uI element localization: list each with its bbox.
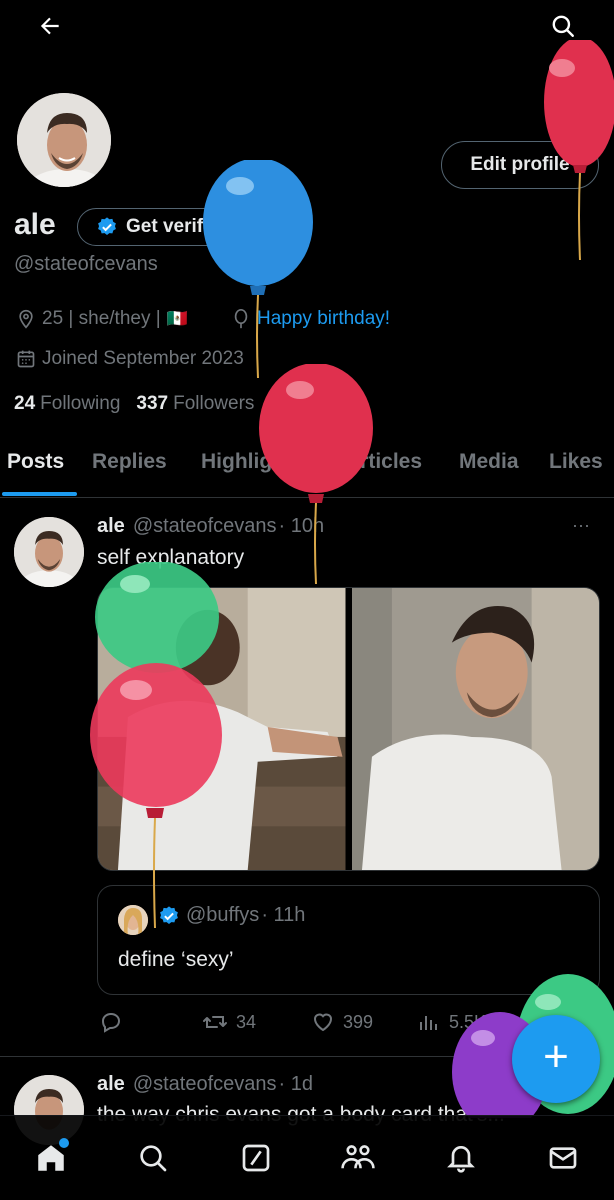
tab-highlights[interactable]: Highlights: [201, 450, 304, 474]
tab-replies[interactable]: Replies: [92, 450, 167, 474]
heart-icon: [313, 1013, 333, 1032]
quote-handle: @buffys: [186, 904, 260, 926]
follow-counts: 24 Following 337 Followers: [14, 393, 254, 415]
birthday-meta: Happy birthday!: [231, 308, 390, 330]
back-button[interactable]: [28, 4, 72, 48]
followers-count: 337: [136, 393, 169, 414]
mexico-flag-emoji: 🇲🇽: [166, 309, 188, 328]
quote-avatar: [118, 905, 148, 935]
nav-messages[interactable]: [541, 1136, 585, 1180]
bottom-nav: [0, 1115, 614, 1200]
calendar-icon: [17, 350, 35, 368]
post-author-handle[interactable]: @stateofcevans: [133, 515, 277, 538]
arrow-left-icon: [40, 17, 59, 35]
post-text: self explanatory: [97, 546, 245, 569]
quote-text: define ‘sexy’: [118, 948, 234, 971]
views-button[interactable]: 5.5K: [417, 1010, 486, 1034]
edit-profile-button[interactable]: Edit profile: [441, 141, 599, 189]
location-pin-icon: [19, 309, 33, 329]
joined-text: Joined September 2023: [42, 348, 244, 369]
nav-search[interactable]: [131, 1136, 175, 1180]
quoted-post[interactable]: @buffys · 11h define ‘sexy’: [97, 885, 600, 995]
communities-icon: [341, 1145, 375, 1169]
reply-button[interactable]: [99, 1010, 123, 1034]
search-icon: [140, 1145, 167, 1172]
post-author-name[interactable]: ale: [97, 515, 125, 538]
like-count: 399: [343, 1011, 374, 1032]
views-chart-icon: [420, 1016, 437, 1030]
post-avatar[interactable]: [14, 517, 84, 587]
bio-meta-text: 25 | she/they |: [42, 308, 161, 329]
like-button[interactable]: 399: [311, 1010, 373, 1034]
followers-link[interactable]: 337 Followers: [136, 393, 254, 415]
post-time: · 10h: [278, 515, 325, 537]
following-link[interactable]: 24 Following: [14, 393, 120, 415]
followers-label: Followers: [173, 393, 255, 414]
post-more-button[interactable]: ···: [572, 515, 590, 536]
location-meta: 25 | she/they | 🇲🇽: [16, 308, 188, 330]
nav-home[interactable]: [29, 1136, 73, 1180]
birthday-text: Happy birthday!: [257, 308, 391, 329]
active-tab-indicator: [2, 492, 77, 496]
repost-count: 34: [236, 1011, 257, 1032]
tab-articles[interactable]: Articles: [345, 450, 422, 474]
post2-author-name[interactable]: ale: [97, 1073, 125, 1096]
verified-badge-icon: [98, 217, 116, 235]
tab-likes[interactable]: Likes: [549, 450, 603, 474]
post-image-1[interactable]: [98, 588, 346, 870]
views-count: 5.5K: [449, 1011, 487, 1032]
joined-meta: Joined September 2023: [16, 348, 244, 370]
tab-posts[interactable]: Posts: [7, 450, 64, 474]
following-label: Following: [40, 393, 121, 414]
following-count: 24: [14, 393, 36, 414]
profile-avatar[interactable]: [14, 90, 114, 190]
post2-author-handle[interactable]: @stateofcevans: [133, 1073, 277, 1096]
quote-time: · 11h: [261, 904, 306, 926]
post-image-2[interactable]: [351, 588, 599, 870]
repost-button[interactable]: 34: [202, 1010, 256, 1034]
balloon-icon: [234, 309, 248, 329]
profile-handle: @stateofcevans: [14, 253, 158, 275]
balloon-blue: [203, 160, 313, 379]
get-verified-label: Get verified: [126, 216, 231, 237]
home-notification-dot: [59, 1138, 69, 1148]
search-icon: [552, 15, 574, 37]
nav-notifications[interactable]: [439, 1136, 483, 1180]
search-button[interactable]: [541, 4, 585, 48]
compose-post-button[interactable]: +: [512, 1015, 600, 1103]
post2-header: ale @stateofcevans · 1d: [97, 1073, 313, 1096]
repost-icon: [203, 1016, 227, 1028]
post2-time: · 1d: [278, 1073, 313, 1095]
profile-tabs: Posts Replies Highlights Articles Media …: [0, 442, 614, 498]
nav-communities[interactable]: [336, 1136, 380, 1180]
notifications-icon: [447, 1146, 475, 1173]
verified-badge-icon: [160, 905, 178, 924]
nav-grok[interactable]: [234, 1136, 278, 1180]
reply-icon: [101, 1012, 121, 1033]
post-media: [97, 587, 600, 871]
display-name: ale: [14, 208, 56, 241]
get-verified-button[interactable]: Get verified: [77, 208, 260, 246]
post-header: ale @stateofcevans · 10h: [97, 515, 324, 538]
plus-icon: +: [543, 1032, 569, 1081]
messages-icon: [549, 1147, 577, 1169]
tab-media[interactable]: Media: [459, 450, 519, 474]
grok-icon: [242, 1144, 270, 1172]
quote-header: @buffys · 11h: [158, 904, 305, 927]
